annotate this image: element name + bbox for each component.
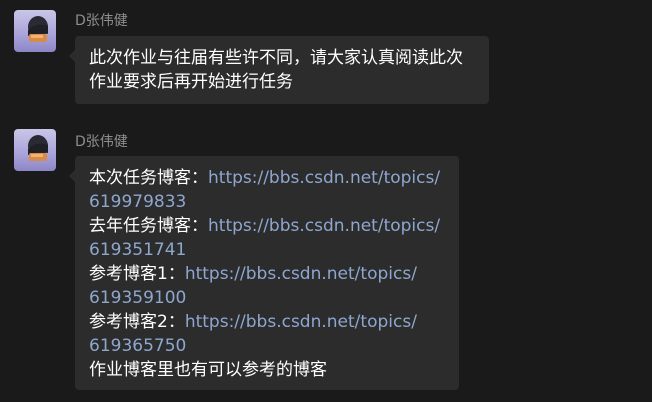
blog-entry: 本次任务博客：https://bbs.csdn.net/topics/ (89, 166, 445, 190)
avatar[interactable] (14, 129, 56, 171)
avatar[interactable] (14, 10, 56, 52)
message-text-line: 此次作业与往届有些许不同，请大家认真阅读此次 (89, 48, 463, 68)
blog-link[interactable]: https://bbs.csdn.net/topics/ (185, 264, 417, 284)
blog-entry: 参考博客1：https://bbs.csdn.net/topics/ (89, 262, 445, 286)
blog-label: 参考博客2： (89, 312, 185, 332)
message-footer-text: 作业博客里也有可以参考的博客 (89, 360, 327, 380)
blog-label: 参考博客1： (89, 264, 185, 284)
blog-link[interactable]: https://bbs.csdn.net/topics/ (185, 312, 417, 332)
blog-label: 本次任务博客： (89, 168, 208, 188)
message-bubble[interactable]: 本次任务博客：https://bbs.csdn.net/topics/ 6199… (69, 156, 459, 390)
avatar-image (14, 129, 56, 171)
message-bubble[interactable]: 此次作业与往届有些许不同，请大家认真阅读此次 作业要求后再开始进行任务 (69, 36, 489, 104)
blog-link-continued[interactable]: 619359100 (89, 286, 445, 310)
blog-label: 去年任务博客： (89, 216, 208, 236)
sender-name: D张伟健 (75, 134, 128, 150)
blog-link[interactable]: https://bbs.csdn.net/topics/ (208, 216, 440, 236)
blog-link[interactable]: https://bbs.csdn.net/topics/ (208, 168, 440, 188)
blog-entry: 参考博客2：https://bbs.csdn.net/topics/ (89, 310, 445, 334)
sender-name: D张伟健 (75, 13, 128, 29)
blog-link-continued[interactable]: 619979833 (89, 190, 445, 214)
blog-entry: 去年任务博客：https://bbs.csdn.net/topics/ (89, 214, 445, 238)
message-text-line: 作业要求后再开始进行任务 (89, 72, 293, 92)
blog-link-continued[interactable]: 619351741 (89, 238, 445, 262)
avatar-image (14, 10, 56, 52)
chat-window: D张伟健 此次作业与往届有些许不同，请大家认真阅读此次 作业要求后再开始进行任务 (0, 0, 652, 402)
blog-link-continued[interactable]: 619365750 (89, 334, 445, 358)
